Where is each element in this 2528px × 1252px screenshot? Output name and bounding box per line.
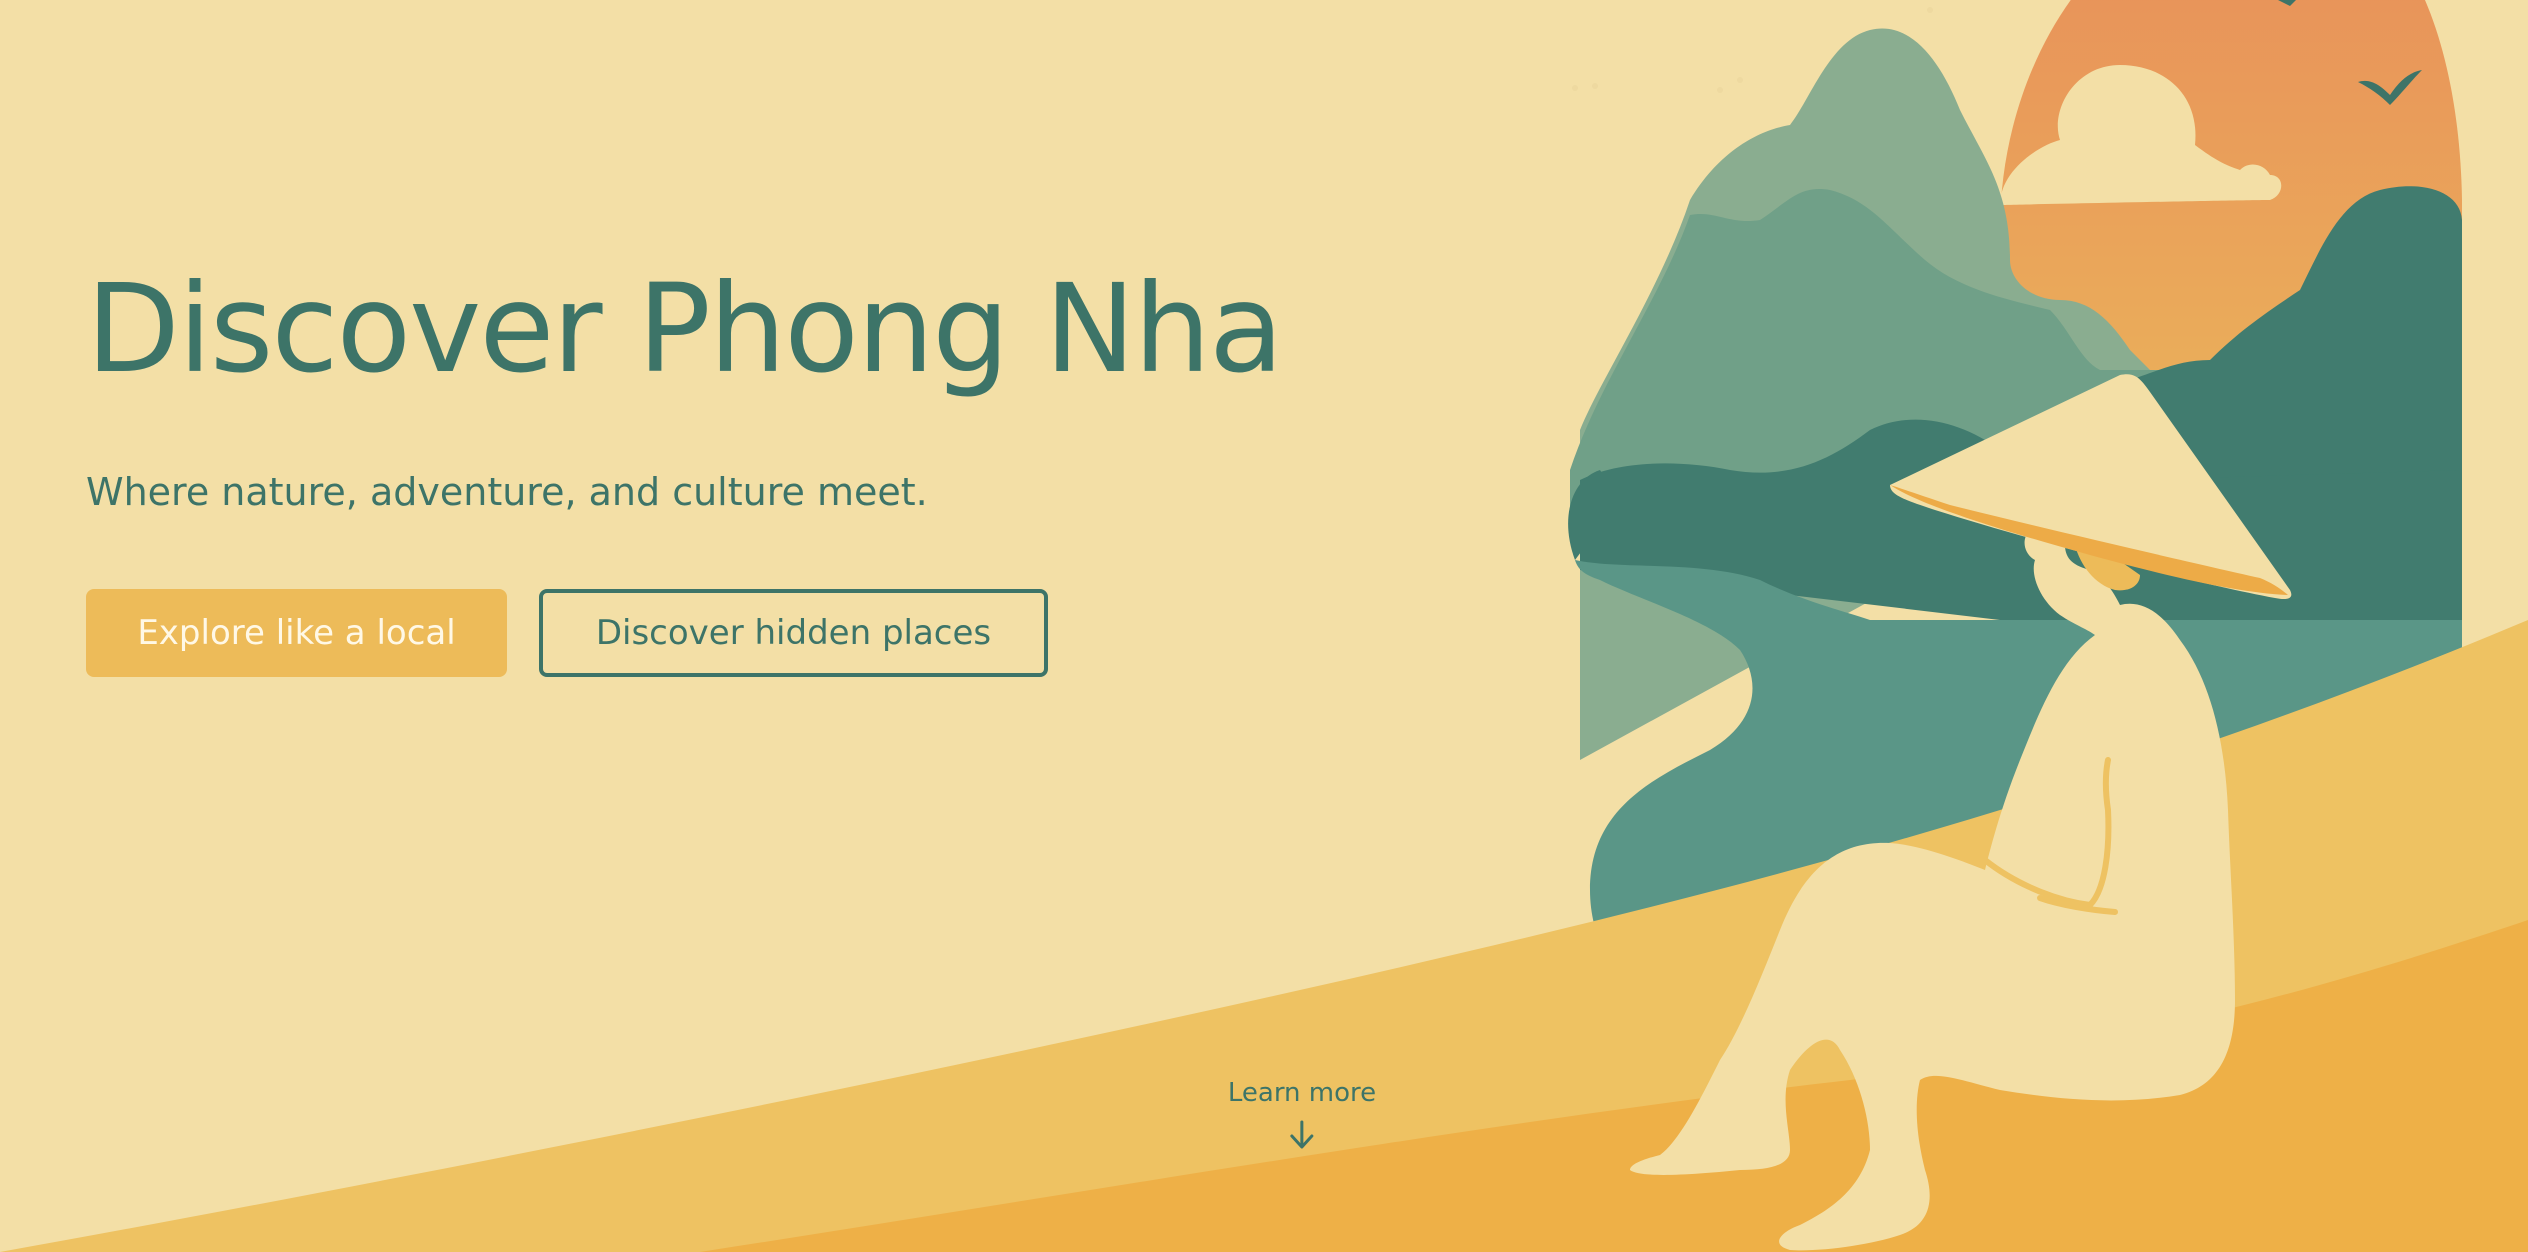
page-subtitle: Where nature, adventure, and culture mee… <box>86 470 928 514</box>
sky-speck <box>1592 83 1598 89</box>
learn-more-link[interactable]: Learn more <box>1228 1078 1376 1150</box>
explore-like-a-local-button[interactable]: Explore like a local <box>86 589 507 677</box>
learn-more-label: Learn more <box>1227 1078 1377 1108</box>
sky-speck <box>1717 87 1723 93</box>
arrow-down-icon <box>1290 1120 1314 1149</box>
discover-hidden-places-button[interactable]: Discover hidden places <box>539 589 1048 677</box>
hero-section: Discover Phong Nha Where nature, adventu… <box>0 0 2528 1252</box>
sky-speck <box>1737 77 1743 83</box>
sky-speck <box>1572 85 1578 91</box>
sky-speck <box>1927 7 1933 13</box>
page-title: Discover Phong Nha <box>86 258 1284 400</box>
